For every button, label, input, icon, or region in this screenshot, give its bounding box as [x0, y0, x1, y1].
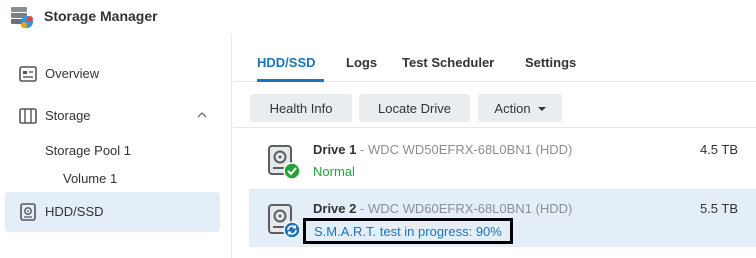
sidebar-item-storage[interactable]: Storage	[5, 96, 220, 136]
sidebar-item-storage-pool-1[interactable]: Storage Pool 1	[45, 143, 131, 158]
caret-down-icon	[537, 107, 546, 111]
drive-title: Drive 2 - WDC WD60EFRX-68L0BN1 (HDD)	[313, 201, 572, 216]
drive-name: Drive 2	[313, 201, 357, 216]
drive-separator: -	[356, 201, 368, 216]
sync-badge-icon	[283, 221, 301, 239]
drive-model: WDC WD60EFRX-68L0BN1 (HDD)	[367, 201, 573, 216]
tab-test-scheduler[interactable]: Test Scheduler	[402, 55, 494, 70]
sidebar: Overview Storage Storage Pool 1 Volume 1…	[0, 34, 232, 258]
hdd-icon	[20, 203, 36, 221]
drive-size: 4.5 TB	[699, 142, 738, 157]
drive-row[interactable]: Drive 2 - WDC WD60EFRX-68L0BN1 (HDD) 5.5…	[249, 189, 756, 247]
storage-icon	[19, 108, 37, 124]
health-info-label: Health Info	[269, 100, 333, 116]
action-dropdown-button[interactable]: Action	[478, 94, 562, 122]
tab-hdd-ssd[interactable]: HDD/SSD	[257, 55, 316, 70]
sidebar-item-volume-1[interactable]: Volume 1	[63, 171, 117, 186]
hdd-drive-icon	[268, 204, 301, 239]
locate-drive-button[interactable]: Locate Drive	[359, 94, 470, 122]
locate-drive-label: Locate Drive	[378, 100, 451, 116]
storage-manager-app-icon	[11, 7, 33, 28]
drive-row[interactable]: Drive 1 - WDC WD50EFRX-68L0BN1 (HDD) 4.5…	[249, 130, 756, 188]
sidebar-item-overview[interactable]: Overview	[5, 54, 220, 94]
drive-size: 5.5 TB	[699, 201, 738, 216]
overview-icon	[19, 66, 37, 82]
hdd-drive-icon	[268, 145, 301, 180]
drive-model: WDC WD50EFRX-68L0BN1 (HDD)	[367, 142, 573, 157]
tab-logs[interactable]: Logs	[346, 55, 377, 70]
main-panel: HDD/SSD Logs Test Scheduler Settings Hea…	[233, 34, 756, 258]
sidebar-item-label: HDD/SSD	[45, 204, 104, 219]
drive-separator: -	[356, 142, 368, 157]
tab-settings[interactable]: Settings	[525, 55, 576, 70]
health-info-button[interactable]: Health Info	[250, 94, 352, 122]
sidebar-item-hdd-ssd[interactable]: HDD/SSD	[5, 192, 220, 232]
action-label: Action	[494, 100, 531, 116]
check-badge-icon	[283, 162, 301, 180]
app-title: Storage Manager	[44, 8, 158, 24]
sidebar-item-label: Overview	[45, 66, 100, 81]
smart-test-status-text: S.M.A.R.T. test in progress: 90%	[314, 223, 502, 239]
chevron-up-icon[interactable]	[196, 109, 208, 121]
drive-name: Drive 1	[313, 142, 357, 157]
drive-status: S.M.A.R.T. test in progress: 90%	[303, 218, 513, 244]
sidebar-item-label: Storage	[45, 108, 91, 123]
title-bar: Storage Manager	[0, 0, 756, 34]
toolbar: Health Info Locate Drive Action	[233, 82, 756, 128]
drive-title: Drive 1 - WDC WD50EFRX-68L0BN1 (HDD)	[313, 142, 572, 157]
drive-status: Normal	[313, 164, 355, 179]
tab-bar: HDD/SSD Logs Test Scheduler Settings	[233, 34, 756, 82]
